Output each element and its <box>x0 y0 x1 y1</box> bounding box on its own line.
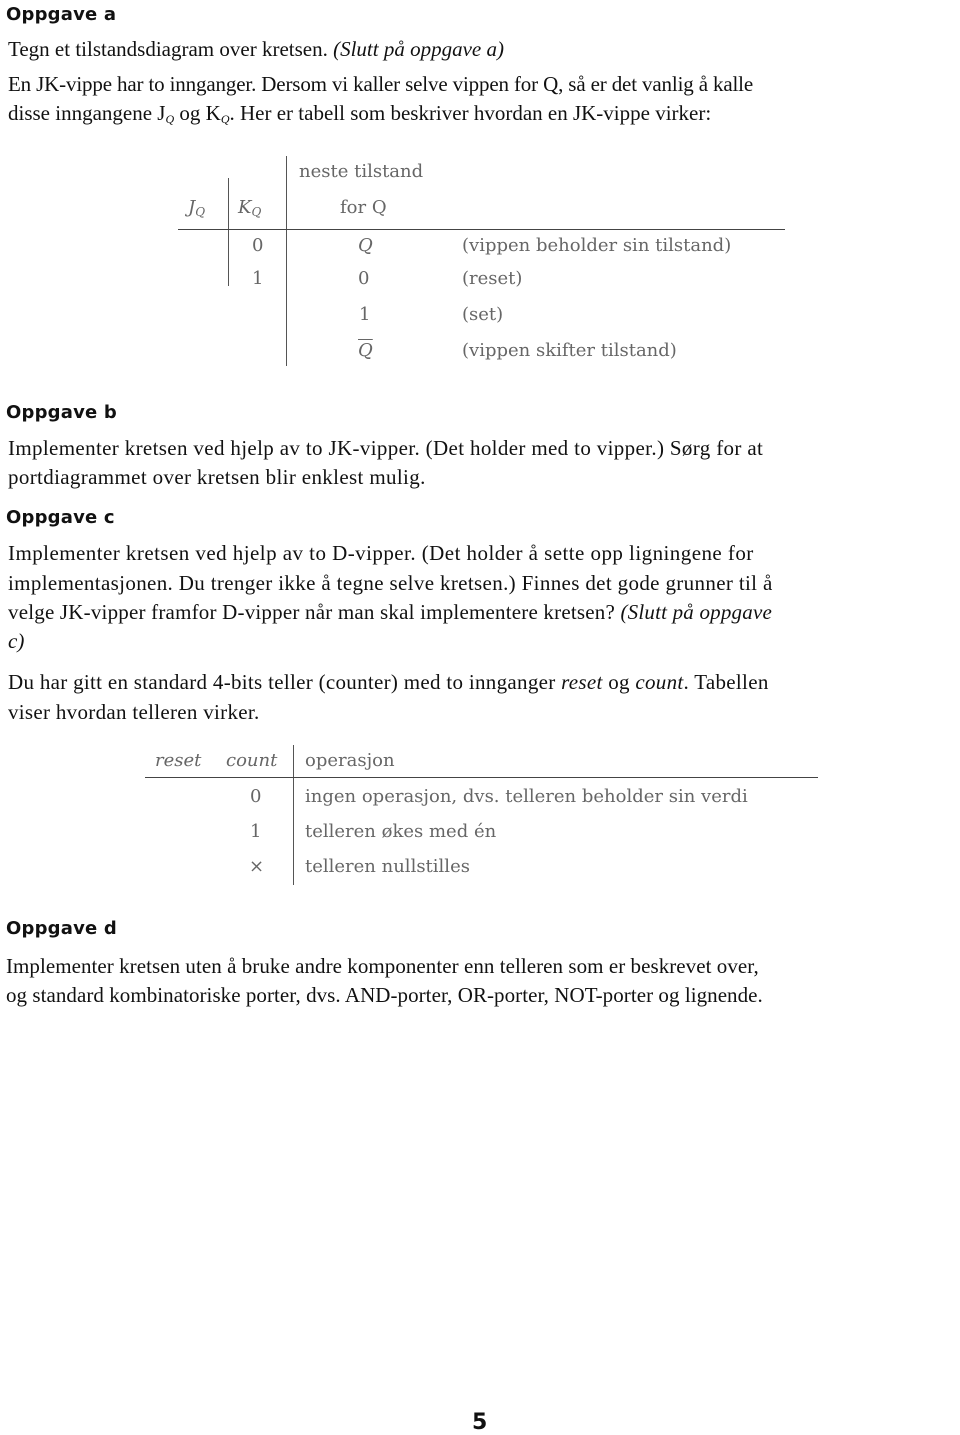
jk-table-divider-jk <box>228 178 229 286</box>
jk-intro-sub: Q <box>165 112 175 126</box>
jk-row-desc: (vippen beholder sin tilstand) <box>462 235 732 256</box>
oppgave-d-line1: Implementer kretsen uten å bruke andre k… <box>6 954 759 978</box>
jk-header-j-sub: Q <box>195 205 206 219</box>
oppgave-c-line3: velge JK-vipper framfor D-vipper når man… <box>8 600 772 625</box>
jk-intro-line2: disse inngangene JQ og KQ. Her er tabell… <box>8 101 711 127</box>
oppgave-b-line2: portdiagrammet over kretsen blir enklest… <box>8 465 426 489</box>
jk-header-k: KQ <box>238 197 261 219</box>
heading-oppgave-d: Oppgave d <box>6 918 117 939</box>
heading-oppgave-a: Oppgave a <box>6 4 117 25</box>
oppgave-c-line3-plain: velge JK-vipper framfor D-vipper når man… <box>8 600 621 624</box>
oppgave-c-line2: implementasjonen. Du trenger ikke å tegn… <box>8 571 773 595</box>
oppgave-d-line2: og standard kombinatoriske porter, dvs. … <box>6 983 763 1007</box>
jk-row-k: 0 <box>252 235 264 256</box>
jk-row-k: 1 <box>252 268 264 289</box>
jk-header-next-top: neste tilstand <box>299 161 424 182</box>
oppgave-c-line4: c) <box>8 629 25 653</box>
jk-intro-part: disse inngangene J <box>8 101 166 125</box>
heading-oppgave-c: Oppgave c <box>6 507 115 528</box>
counter-row-count: × <box>249 856 265 877</box>
jk-row-desc: (reset) <box>462 268 523 289</box>
counter-intro-count: count <box>635 670 684 694</box>
jk-table-header-rule <box>178 229 785 230</box>
counter-intro-line1: Du har gitt en standard 4-bits teller (c… <box>8 670 769 695</box>
counter-header-reset: reset <box>155 750 202 771</box>
counter-header-count: count <box>226 750 278 771</box>
counter-header-operation: operasjon <box>305 750 395 771</box>
heading-oppgave-b: Oppgave b <box>6 402 117 423</box>
counter-intro-part: . Tabellen <box>683 670 769 694</box>
jk-header-next: for Q <box>340 197 387 218</box>
oppgave-c-line1: Implementer kretsen ved hjelp av to D-vi… <box>8 541 754 565</box>
jk-header-k-sub: Q <box>251 205 262 219</box>
jk-row-next: 0 <box>358 268 370 289</box>
counter-row-operation: telleren økes med én <box>305 821 497 842</box>
counter-intro-part: og <box>602 670 636 694</box>
jk-header-k-text: K <box>238 197 252 218</box>
jk-row-next: 1 <box>359 304 371 325</box>
jk-row-next-qbar: Q <box>358 340 373 361</box>
oppgave-a-plain: Tegn et tilstandsdiagram over kretsen. <box>8 37 334 61</box>
counter-row-count: 1 <box>250 821 262 842</box>
oppgave-b-line1: Implementer kretsen ved hjelp av to JK-v… <box>8 436 764 460</box>
counter-table-header-rule <box>145 777 818 778</box>
counter-row-count: 0 <box>250 786 262 807</box>
counter-row-operation: ingen operasjon, dvs. telleren beholder … <box>305 786 748 807</box>
jk-intro-sub: Q <box>220 112 230 126</box>
jk-row-desc: (set) <box>462 304 504 325</box>
jk-header-j: JQ <box>188 197 205 219</box>
oppgave-a-end-note: (Slutt på oppgave a) <box>333 37 504 61</box>
page-number: 5 <box>472 1410 488 1435</box>
counter-intro-part: Du har gitt en standard 4-bits teller (c… <box>8 670 562 694</box>
jk-intro-part: . Her er tabell som beskriver hvordan en… <box>229 101 712 125</box>
counter-row-operation: telleren nullstilles <box>305 856 470 877</box>
counter-intro-reset: reset <box>561 670 603 694</box>
counter-table-divider <box>293 745 294 885</box>
jk-intro-part: og K <box>174 101 221 125</box>
jk-table-divider-next <box>286 156 287 366</box>
oppgave-a-text: Tegn et tilstandsdiagram over kretsen. (… <box>8 37 504 62</box>
jk-row-next: Q <box>358 235 373 256</box>
jk-intro-line1: En JK-vippe har to innganger. Dersom vi … <box>8 72 754 96</box>
counter-intro-line2: viser hvordan telleren virker. <box>8 700 260 724</box>
jk-row-desc: (vippen skifter tilstand) <box>462 340 677 361</box>
oppgave-c-end-note: (Slutt på oppgave <box>620 600 772 624</box>
